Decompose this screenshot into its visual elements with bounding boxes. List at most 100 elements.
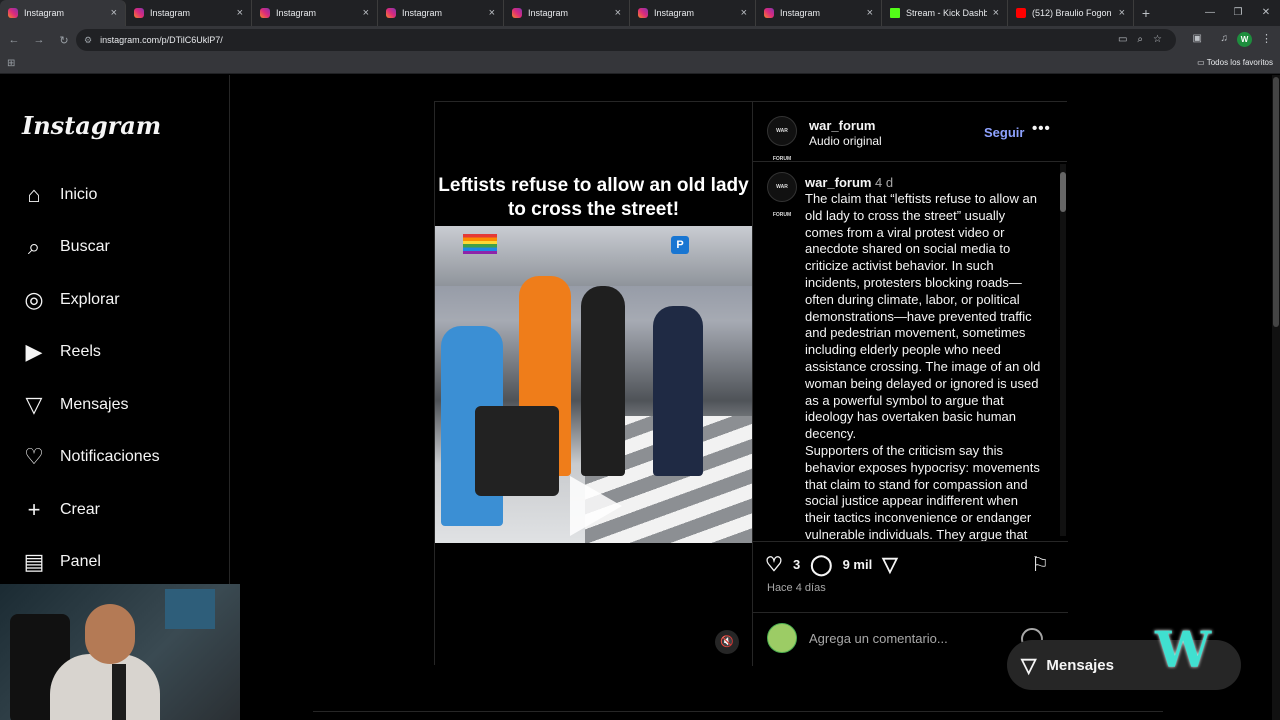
- sidebar-item-label: Notificaciones: [60, 448, 160, 465]
- browser-tab[interactable]: (512) Braulio Fogon - Ta ×: [1008, 0, 1134, 26]
- person-black: [581, 286, 625, 476]
- browser-tab[interactable]: Instagram ×: [0, 0, 126, 26]
- messages-label: Mensajes: [1046, 656, 1114, 674]
- instagram-icon: [260, 8, 270, 18]
- profile-avatar[interactable]: W: [1237, 32, 1252, 47]
- url-text: instagram.com/p/DTilC6UklP7/: [100, 35, 223, 45]
- browser-tab[interactable]: Instagram ×: [252, 0, 378, 26]
- like-heart-icon[interactable]: ♡: [765, 552, 783, 577]
- sidebar-item-explorar[interactable]: ◎ Explorar: [22, 287, 119, 312]
- channel-w-logo: W: [1155, 620, 1212, 679]
- caption-section: WAR FORUM war_forum 4 d The claim that “…: [753, 162, 1068, 542]
- close-tab-icon[interactable]: ×: [363, 7, 369, 19]
- mute-icon[interactable]: 🔇: [715, 630, 739, 654]
- tab-title: Instagram: [780, 8, 821, 18]
- share-icon[interactable]: ▽: [882, 552, 897, 577]
- author-username[interactable]: war_forum: [809, 118, 875, 133]
- window-controls: — ❐ ✕: [1196, 0, 1280, 26]
- person-red-hair: [653, 306, 703, 476]
- back-arrow-icon[interactable]: ←: [3, 34, 25, 46]
- all-bookmarks-folder[interactable]: ▭ Todos los favoritos: [1197, 58, 1273, 67]
- chart-icon: ▤: [23, 549, 45, 574]
- post-date: Hace 4 días: [767, 582, 826, 594]
- play-icon[interactable]: [570, 476, 622, 536]
- post-media[interactable]: Leftists refuse to allow an old lady to …: [435, 102, 752, 666]
- cast-icon[interactable]: ▭: [1118, 34, 1127, 45]
- page-scrollbar-thumb[interactable]: [1273, 77, 1279, 327]
- close-tab-icon[interactable]: ×: [615, 7, 621, 19]
- sidebar-item-buscar[interactable]: ⌕ Buscar: [22, 234, 110, 259]
- follow-button[interactable]: Seguir: [984, 125, 1024, 140]
- compass-icon: ◎: [24, 287, 44, 312]
- reload-icon[interactable]: ↻: [53, 34, 75, 47]
- forward-arrow-icon[interactable]: →: [28, 34, 50, 46]
- close-tab-icon[interactable]: ×: [741, 7, 747, 19]
- instagram-icon: [134, 8, 144, 18]
- sidebar-item-inicio[interactable]: ⌂ Inicio: [22, 182, 97, 207]
- more-options-icon[interactable]: •••: [1032, 120, 1051, 137]
- zoom-icon[interactable]: ⌕: [1137, 34, 1143, 45]
- youtube-icon: [1016, 8, 1026, 18]
- browser-tab[interactable]: Instagram ×: [504, 0, 630, 26]
- sidebar-item-label: Reels: [60, 343, 101, 360]
- comments-count[interactable]: 9 mil: [843, 557, 873, 572]
- close-window-icon[interactable]: ✕: [1252, 0, 1280, 26]
- new-tab-button[interactable]: +: [1134, 0, 1158, 26]
- close-tab-icon[interactable]: ×: [237, 7, 243, 19]
- webcam-microphone: [112, 664, 126, 720]
- messenger-icon: ▽: [1021, 654, 1037, 677]
- instagram-icon: [8, 8, 18, 18]
- browser-tab[interactable]: Instagram ×: [756, 0, 882, 26]
- comment-icon[interactable]: ◯: [810, 552, 832, 577]
- likes-count[interactable]: 3: [793, 557, 800, 572]
- instagram-logo[interactable]: Instagram: [22, 111, 161, 140]
- browser-tab-bar: Instagram × Instagram × Instagram × Instagram ×…: [0, 0, 1280, 26]
- sidebar-item-label: Mensajes: [60, 396, 129, 413]
- caption-avatar[interactable]: WAR FORUM: [767, 172, 797, 218]
- author-avatar[interactable]: WAR FORUM: [767, 116, 797, 162]
- webcam-face: [85, 604, 135, 664]
- kick-icon: [890, 8, 900, 18]
- scrollbar-thumb[interactable]: [1060, 172, 1066, 212]
- maximize-icon[interactable]: ❐: [1224, 0, 1252, 26]
- video-caption-overlay: Leftists refuse to allow an old lady to …: [438, 175, 749, 220]
- site-settings-icon[interactable]: ⚙: [84, 35, 92, 46]
- close-tab-icon[interactable]: ×: [489, 7, 495, 19]
- caption-time: 4 d: [875, 175, 894, 190]
- tab-title: Instagram: [528, 8, 569, 18]
- instagram-icon: [638, 8, 648, 18]
- apps-grid-icon[interactable]: ⊞: [7, 58, 15, 69]
- close-tab-icon[interactable]: ×: [867, 7, 873, 19]
- page-scrollbar[interactable]: [1272, 75, 1280, 720]
- bookmark-star-icon[interactable]: ☆: [1153, 34, 1162, 45]
- tab-search-icon[interactable]: ▣: [1193, 33, 1202, 44]
- browser-tab[interactable]: Stream - Kick Dashboard ×: [882, 0, 1008, 26]
- close-tab-icon[interactable]: ×: [111, 7, 117, 19]
- messenger-icon: ▽: [25, 392, 43, 417]
- minimize-icon[interactable]: —: [1196, 0, 1224, 26]
- browser-tab[interactable]: Instagram ×: [378, 0, 504, 26]
- post-side-panel: WAR FORUM war_forum Audio original Segui…: [752, 102, 1068, 666]
- sidebar-item-mensajes[interactable]: ▽ Mensajes: [22, 392, 129, 417]
- browser-tab[interactable]: Instagram ×: [630, 0, 756, 26]
- caption-paragraph: The claim that “leftists refuse to allow…: [805, 191, 1041, 442]
- audio-label[interactable]: Audio original: [809, 134, 882, 148]
- caption-scrollbar[interactable]: [1060, 164, 1066, 536]
- sidebar-item-panel[interactable]: ▤ Panel: [22, 549, 101, 574]
- browser-tab[interactable]: Instagram ×: [126, 0, 252, 26]
- menu-kebab-icon[interactable]: ⋮: [1261, 32, 1272, 45]
- media-control-icon[interactable]: ♫: [1221, 33, 1229, 44]
- sidebar-item-reels[interactable]: ▶ Reels: [22, 339, 101, 364]
- walker: [475, 406, 559, 496]
- url-field[interactable]: ⚙ instagram.com/p/DTilC6UklP7/: [76, 29, 1176, 51]
- sidebar-item-notificaciones[interactable]: ♡ Notificaciones: [22, 444, 160, 469]
- close-tab-icon[interactable]: ×: [1119, 7, 1125, 19]
- close-tab-icon[interactable]: ×: [993, 7, 999, 19]
- caption-username[interactable]: war_forum: [805, 175, 871, 190]
- sidebar-item-crear[interactable]: + Crear: [22, 497, 100, 522]
- webcam-hoodie: [50, 654, 160, 720]
- heart-icon: ♡: [24, 444, 44, 469]
- video-frame[interactable]: P: [435, 226, 752, 543]
- comment-input[interactable]: Agrega un comentario...: [809, 631, 948, 646]
- save-bookmark-icon[interactable]: ⚐: [1031, 552, 1049, 577]
